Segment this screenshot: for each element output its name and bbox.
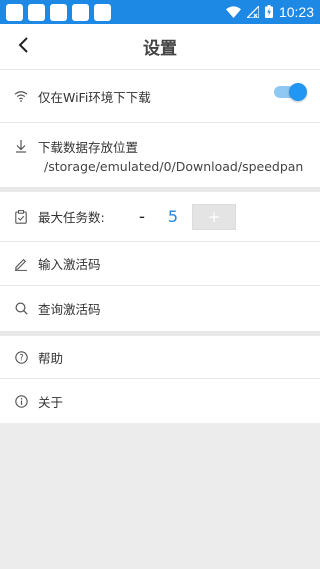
back-button[interactable] bbox=[12, 35, 36, 59]
svg-text:?: ? bbox=[19, 353, 24, 363]
wifi-only-label: 仅在WiFi环境下下载 bbox=[38, 89, 151, 105]
clipboard-check-icon bbox=[14, 209, 28, 224]
help-circle-icon: ? bbox=[14, 350, 28, 364]
max-tasks-stepper: - 5 + bbox=[128, 192, 236, 241]
status-bar: 10:23 bbox=[0, 0, 320, 24]
max-tasks-label: 最大任务数: bbox=[38, 210, 105, 225]
enter-activation-code-row[interactable]: 输入激活码 bbox=[0, 242, 320, 286]
notification-icon bbox=[28, 3, 45, 21]
increment-button[interactable]: + bbox=[192, 203, 236, 230]
max-tasks-value: 5 bbox=[167, 207, 179, 226]
help-row[interactable]: ? 帮助 bbox=[0, 336, 320, 379]
notification-icon bbox=[6, 3, 23, 21]
download-settings-section: 仅在WiFi环境下下载 下载数据存放位置 /storage/emulated/0… bbox=[0, 70, 320, 187]
download-icon bbox=[14, 139, 28, 153]
wifi-icon bbox=[225, 3, 241, 22]
page-title: 设置 bbox=[143, 39, 177, 59]
task-settings-section: 最大任务数: - 5 + 输入激活码 查询激活码 bbox=[0, 192, 320, 331]
storage-path: /storage/emulated/0/Download/speedpan bbox=[44, 158, 304, 174]
about-row[interactable]: 关于 bbox=[0, 379, 320, 423]
signal-off-icon bbox=[245, 3, 260, 22]
storage-location-row[interactable]: 下载数据存放位置 /storage/emulated/0/Download/sp… bbox=[0, 123, 320, 187]
help-label: 帮助 bbox=[38, 350, 64, 366]
pencil-icon bbox=[14, 257, 28, 271]
notification-icons bbox=[6, 3, 111, 21]
query-activation-code-label: 查询激活码 bbox=[38, 302, 101, 317]
storage-location-header: 下载数据存放位置 bbox=[14, 137, 138, 156]
enter-activation-code-label: 输入激活码 bbox=[38, 257, 101, 272]
notification-icon bbox=[94, 3, 111, 21]
query-activation-code-row[interactable]: 查询激活码 bbox=[0, 286, 320, 331]
wifi-only-row[interactable]: 仅在WiFi环境下下载 bbox=[0, 70, 320, 123]
system-icons: 10:23 bbox=[225, 3, 314, 22]
wifi-only-toggle[interactable] bbox=[274, 83, 307, 101]
info-circle-icon bbox=[14, 394, 28, 408]
clock: 10:23 bbox=[278, 4, 314, 20]
chevron-left-icon bbox=[17, 37, 31, 57]
app-bar: 设置 bbox=[0, 24, 320, 70]
notification-icon bbox=[72, 3, 89, 21]
wifi-icon bbox=[14, 89, 28, 103]
toggle-knob bbox=[289, 83, 307, 101]
about-label: 关于 bbox=[38, 394, 64, 410]
notification-icon bbox=[50, 3, 67, 21]
about-section: ? 帮助 关于 bbox=[0, 336, 320, 423]
storage-location-label: 下载数据存放位置 bbox=[38, 139, 139, 155]
battery-charging-icon bbox=[264, 3, 273, 22]
search-icon bbox=[14, 302, 28, 316]
decrement-button[interactable]: - bbox=[128, 207, 156, 227]
max-tasks-row: 最大任务数: - 5 + bbox=[0, 192, 320, 242]
